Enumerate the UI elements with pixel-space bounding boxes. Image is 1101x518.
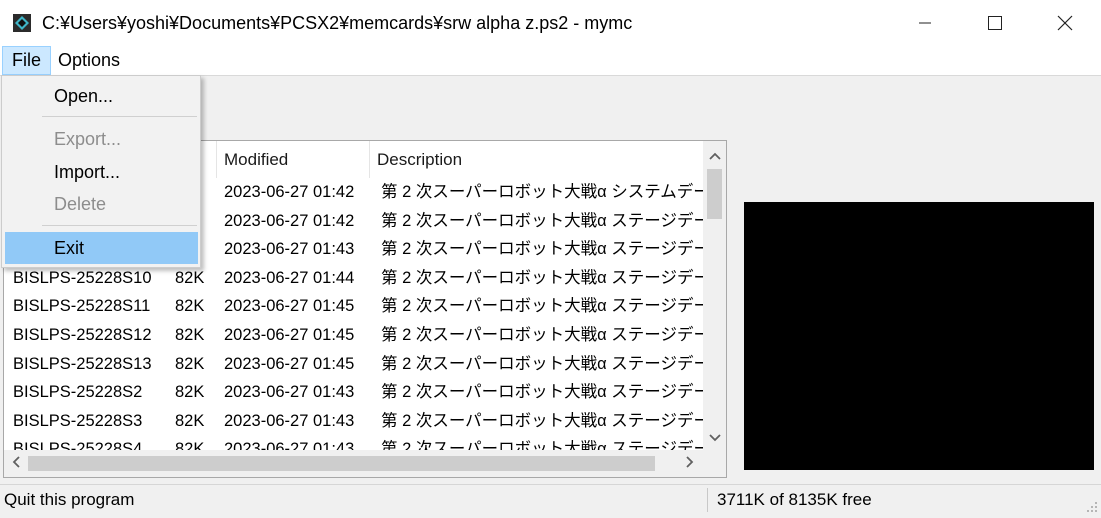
cell-size: 82K: [175, 411, 205, 430]
cell-size: 82K: [175, 354, 205, 373]
title-bar: C:¥Users¥yoshi¥Documents¥PCSX2¥memcards¥…: [0, 0, 1101, 46]
scroll-right-icon[interactable]: [680, 453, 700, 473]
cell-name: BISLPS-25228S12: [13, 326, 152, 344]
cell-name: BISLPS-25228S13: [13, 354, 152, 373]
menu-separator: [42, 116, 197, 117]
free-space-indicator: 3711K of 8135K free: [717, 490, 872, 509]
cell-description: 第 2 次スーパーロボット大戦α ステージデータ 4: [381, 411, 704, 430]
cell-modified: 2023-06-27 01:42: [224, 183, 355, 201]
menu-separator: [42, 225, 197, 226]
maximize-icon: [988, 16, 1002, 30]
table-row[interactable]: BISLPS-25228S12 82K 2023-06-27 01:45 第 2 次ス…: [4, 321, 704, 350]
close-button[interactable]: [1030, 0, 1100, 46]
cell-modified: 2023-06-27 01:45: [224, 354, 355, 373]
vertical-scroll-thumb[interactable]: [707, 169, 722, 219]
table-row[interactable]: BISLPS-25228S4 82K 2023-06-27 01:43 第 2 次スー…: [4, 435, 704, 450]
cell-name: BISLPS-25228S4: [13, 440, 143, 450]
cell-size: 82K: [175, 440, 205, 450]
cell-description: 第 2 次スーパーロボット大戦α ステージデータ 1: [381, 297, 704, 316]
cell-size: 82K: [175, 297, 205, 316]
menu-item-exit[interactable]: Exit: [5, 232, 198, 264]
horizontal-scroll-thumb[interactable]: [28, 456, 655, 471]
cell-modified: 2023-06-27 01:45: [224, 297, 355, 316]
cell-modified: 2023-06-27 01:43: [224, 383, 355, 402]
cell-description: 第 2 次スーパーロボット大戦α ステージデータ 3: [381, 383, 704, 402]
cell-name: BISLPS-25228S11: [13, 297, 151, 316]
file-menu-dropdown: Open... Export... Import... Delete Exit: [1, 75, 201, 268]
horizontal-scrollbar[interactable]: [4, 450, 704, 477]
menu-item-open[interactable]: Open...: [5, 80, 198, 112]
save-icon-preview: [744, 202, 1094, 470]
cell-name: BISLPS-25228S10: [13, 268, 152, 287]
cell-description: 第 2 次スーパーロボット大戦α システムデータ: [381, 183, 704, 201]
window-title: C:¥Users¥yoshi¥Documents¥PCSX2¥memcards¥…: [42, 13, 633, 33]
cell-modified: 2023-06-27 01:43: [224, 240, 355, 259]
cell-modified: 2023-06-27 01:45: [224, 326, 355, 344]
cell-name: BISLPS-25228S3: [13, 411, 143, 430]
minimize-icon: [919, 22, 931, 24]
menu-file[interactable]: File: [2, 46, 52, 75]
cell-description: 第 2 次スーパーロボット大戦α ステージデータ 1: [381, 211, 704, 230]
cell-modified: 2023-06-27 01:42: [224, 211, 355, 230]
menu-bar: File Options: [0, 46, 1101, 76]
table-row[interactable]: BISLPS-25228S2 82K 2023-06-27 01:43 第 2 次スー…: [4, 378, 704, 407]
cell-modified: 2023-06-27 01:44: [224, 268, 355, 287]
table-row[interactable]: BISLPS-25228S3 82K 2023-06-27 01:43 第 2 次スー…: [4, 407, 704, 436]
cell-modified: 2023-06-27 01:43: [224, 440, 355, 450]
cell-description: 第 2 次スーパーロボット大戦α ステージデータ 5: [381, 440, 704, 450]
minimize-button[interactable]: [890, 0, 960, 46]
status-message: Quit this program: [4, 490, 135, 509]
menu-item-export: Export...: [54, 129, 122, 149]
table-row[interactable]: BISLPS-25228S13 82K 2023-06-27 01:45 第 2 次ス…: [4, 350, 704, 379]
column-header-description[interactable]: Description: [370, 141, 704, 178]
scroll-down-icon[interactable]: [705, 427, 725, 447]
column-header-modified[interactable]: Modified: [217, 141, 370, 178]
cell-modified: 2023-06-27 01:43: [224, 411, 355, 430]
close-icon: [1057, 15, 1073, 31]
menu-options[interactable]: Options: [49, 46, 129, 75]
cell-size: 82K: [175, 268, 205, 287]
maximize-button[interactable]: [960, 0, 1030, 46]
cell-description: 第 2 次スーパーロボット大戦α ステージデータ 1: [381, 268, 704, 287]
table-row[interactable]: BISLPS-25228S10 82K 2023-06-27 01:44 第 2 次ス…: [4, 264, 704, 293]
cell-name: BISLPS-25228S2: [13, 383, 143, 402]
menu-item-delete: Delete: [54, 194, 107, 214]
cell-description: 第 2 次スーパーロボット大戦α ステージデータ 1: [381, 326, 704, 344]
menu-item-import[interactable]: Import...: [5, 156, 198, 188]
scrollbar-corner: [703, 450, 726, 477]
cell-size: 82K: [175, 383, 205, 402]
scroll-up-icon[interactable]: [705, 145, 725, 165]
status-divider: [707, 488, 708, 512]
cell-description: 第 2 次スーパーロボット大戦α ステージデータ 2: [381, 240, 704, 259]
resize-grip-icon[interactable]: [1086, 500, 1098, 512]
scroll-left-icon[interactable]: [6, 453, 26, 473]
mymc-app-icon[interactable]: [12, 13, 32, 33]
vertical-scrollbar[interactable]: [703, 141, 726, 451]
cell-size: 82K: [175, 326, 205, 344]
cell-description: 第 2 次スーパーロボット大戦α ステージデータ 1: [381, 354, 704, 373]
status-bar: Quit this program 3711K of 8135K free: [0, 484, 1101, 515]
table-row[interactable]: BISLPS-25228S11 82K 2023-06-27 01:45 第 2 次ス…: [4, 292, 704, 321]
